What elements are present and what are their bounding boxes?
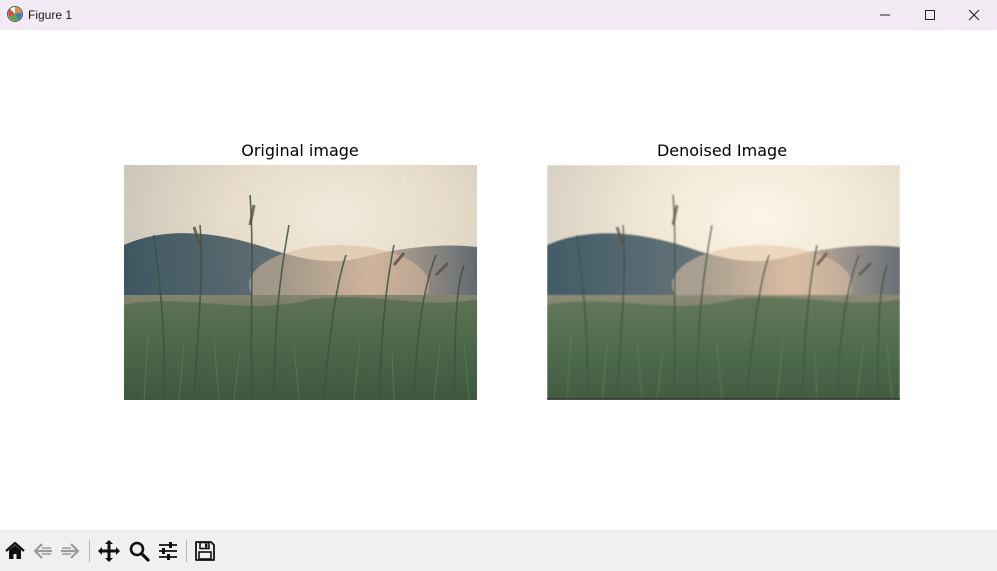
minimize-button[interactable] (862, 0, 908, 30)
configure-subplots-icon (159, 542, 177, 560)
zoom-magnifier-icon (129, 541, 150, 562)
pan-move-icon (98, 540, 120, 562)
home-icon (5, 541, 25, 559)
close-button[interactable] (951, 0, 997, 30)
back-button[interactable] (30, 538, 56, 564)
forward-arrow-icon (61, 543, 80, 559)
denoised-meadow-image (547, 165, 900, 400)
window-title: Figure 1 (28, 8, 73, 22)
figure-canvas[interactable]: Original image Denoised Image (0, 30, 997, 530)
denoised-image-title: Denoised Image (656, 141, 788, 160)
pan-button[interactable] (96, 538, 122, 564)
original-meadow-image (124, 165, 477, 400)
home-button[interactable] (2, 538, 28, 564)
original-image-axes[interactable] (124, 165, 477, 400)
forward-button[interactable] (57, 538, 83, 564)
maximize-button[interactable] (907, 0, 953, 30)
navigation-toolbar (0, 530, 997, 571)
toolbar-separator (186, 540, 187, 562)
original-image-title: Original image (241, 141, 359, 160)
save-floppy-icon (195, 541, 215, 561)
matplotlib-figure-icon (6, 5, 24, 23)
maximize-icon (925, 10, 935, 20)
configure-subplots-button[interactable] (155, 538, 181, 564)
title-bar: Figure 1 (0, 0, 997, 30)
close-icon (968, 9, 980, 21)
denoised-image-axes[interactable] (547, 165, 900, 400)
back-arrow-icon (33, 543, 52, 559)
minimize-icon (880, 14, 890, 16)
zoom-button[interactable] (126, 538, 152, 564)
toolbar-separator (89, 540, 90, 562)
save-button[interactable] (192, 538, 218, 564)
